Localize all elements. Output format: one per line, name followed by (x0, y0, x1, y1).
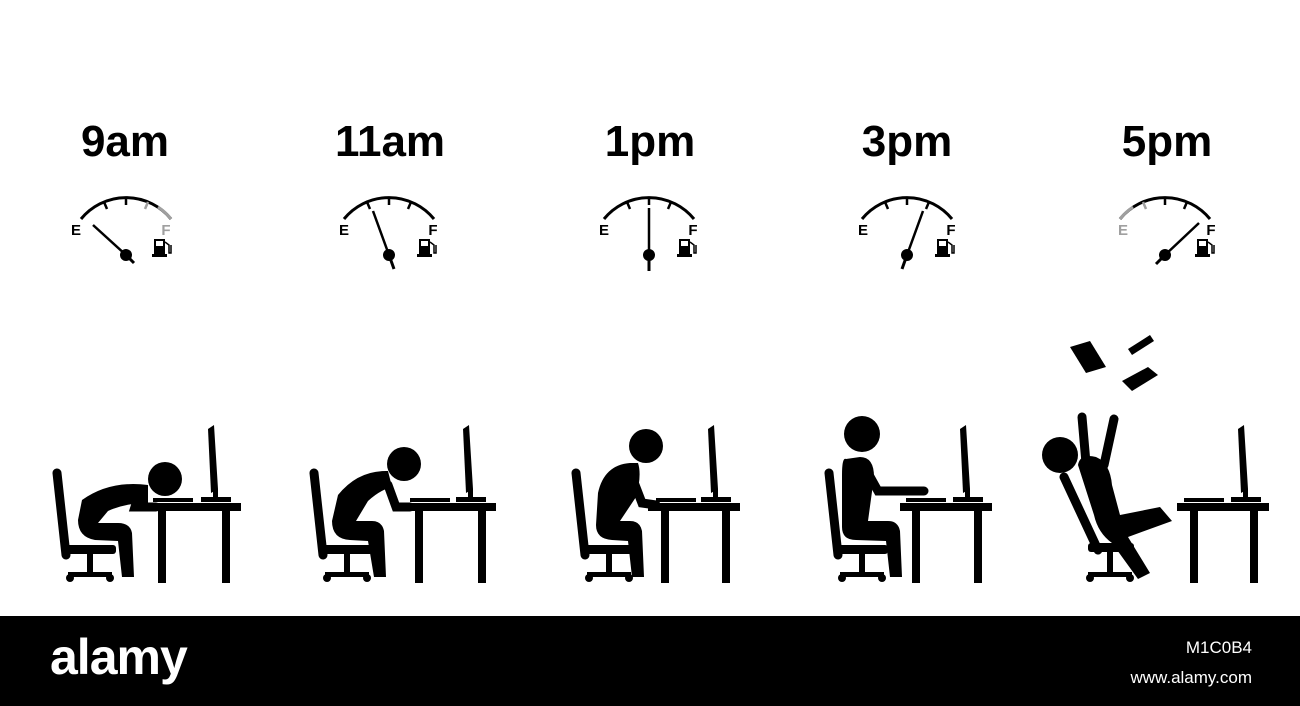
flying-papers (1070, 335, 1158, 391)
time-label-11am: 11am (335, 117, 445, 166)
workstation-9am (52, 425, 241, 583)
workstation-5pm (1042, 335, 1269, 583)
fuel-pump-icon (1195, 239, 1215, 257)
monitor (456, 425, 486, 502)
workstation-11am (309, 425, 496, 583)
gauge-empty-label: E (858, 222, 868, 239)
fuel-gauge-5pm: E F (1118, 196, 1216, 266)
fuel-pump-icon (152, 239, 172, 257)
desk (402, 503, 496, 583)
fuel-pump-icon (417, 239, 437, 257)
watermark-footer: alamy M1C0B4 www.alamy.com (0, 616, 1300, 706)
time-label-3pm: 3pm (862, 117, 952, 166)
time-label-5pm: 5pm (1122, 117, 1212, 166)
time-label-1pm: 1pm (605, 117, 695, 166)
workstation-1pm (571, 425, 740, 583)
worker-figure (78, 462, 182, 577)
gauge-needle (905, 210, 925, 256)
gauge-full-label: F (946, 222, 955, 239)
keyboard (153, 498, 193, 502)
desk (900, 503, 992, 583)
keyboard (410, 498, 450, 502)
gauge-empty-label: E (339, 222, 349, 239)
fuel-pump-icon (935, 239, 955, 257)
fuel-gauge-1pm: E F (599, 196, 698, 271)
monitor (201, 425, 231, 502)
monitor (1231, 425, 1261, 502)
gauge-needle (371, 210, 391, 256)
gauge-full-label: F (1206, 222, 1215, 239)
fuel-gauge-11am: E F (339, 196, 438, 270)
gauge-needle (1164, 222, 1200, 256)
fuel-gauge-3pm: E F (858, 196, 956, 270)
gauge-empty-label: E (599, 222, 609, 239)
desk (145, 503, 241, 583)
keyboard (1184, 498, 1224, 502)
brand-logo: alamy (50, 629, 188, 685)
desk (1177, 503, 1269, 583)
fuel-pump-icon (677, 239, 697, 257)
gauge-empty-label: E (1118, 222, 1128, 239)
gauge-full-label: F (161, 222, 170, 239)
fuel-gauge-9am: E F (71, 196, 173, 265)
keyboard (906, 498, 946, 502)
gauge-full-label: F (688, 222, 697, 239)
time-label-9am: 9am (81, 117, 169, 166)
desk (648, 503, 740, 583)
gauge-empty-label: E (71, 222, 81, 239)
gauge-full-label: F (428, 222, 437, 239)
image-id: M1C0B4 (1185, 638, 1252, 657)
site-url[interactable]: www.alamy.com (1130, 668, 1252, 688)
workstation-3pm (824, 416, 992, 583)
keyboard (656, 498, 696, 502)
worker-energy-illustration: 9am 11am 1pm 3pm 5pm E F E F E F E F E F (52, 117, 1269, 583)
gauge-needle (92, 224, 127, 256)
monitor (953, 425, 983, 502)
monitor (701, 425, 731, 502)
